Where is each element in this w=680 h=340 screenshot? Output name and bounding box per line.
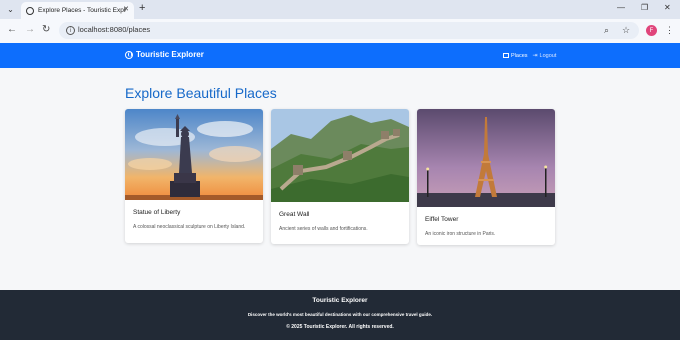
globe-icon bbox=[125, 50, 133, 59]
back-icon[interactable]: ← bbox=[7, 24, 17, 35]
close-tab-icon[interactable]: ✕ bbox=[123, 5, 129, 13]
statue-of-liberty-image bbox=[125, 109, 263, 200]
new-tab-icon[interactable]: + bbox=[139, 2, 145, 14]
place-card-great-wall[interactable]: Great Wall Ancient series of walls and f… bbox=[271, 109, 409, 244]
card-body: Great Wall Ancient series of walls and f… bbox=[271, 202, 409, 241]
globe-icon bbox=[26, 6, 34, 15]
site-footer: Touristic Explorer Discover the world's … bbox=[0, 290, 680, 340]
address-bar[interactable]: i localhost:8080/places ⌕ ☆ bbox=[59, 22, 639, 39]
url-text[interactable]: localhost:8080/places bbox=[78, 25, 150, 34]
footer-copyright: © 2025 Touristic Explorer. All rights re… bbox=[286, 324, 394, 330]
footer-title: Touristic Explorer bbox=[312, 297, 368, 304]
brand-name: Touristic Explorer bbox=[136, 50, 204, 59]
card-description: Ancient series of walls and fortificatio… bbox=[279, 226, 368, 232]
nav-link-label: Logout bbox=[539, 52, 557, 59]
great-wall-image bbox=[271, 109, 409, 202]
restore-icon[interactable]: ❐ bbox=[641, 3, 648, 12]
card-body: Eiffel Tower An iconic iron structure in… bbox=[417, 207, 555, 245]
place-card-statue-of-liberty[interactable]: Statue of Liberty A colossal neoclassica… bbox=[125, 109, 263, 243]
browser-tab[interactable]: Explore Places - Touristic Explorer ✕ bbox=[21, 2, 134, 19]
card-body: Statue of Liberty A colossal neoclassica… bbox=[125, 200, 263, 239]
profile-avatar[interactable]: F bbox=[646, 25, 657, 36]
tab-search-chevron-icon[interactable]: ⌄ bbox=[4, 3, 17, 16]
footer-tagline: Discover the world's most beautiful dest… bbox=[247, 312, 433, 317]
card-title: Great Wall bbox=[279, 211, 310, 218]
card-title: Statue of Liberty bbox=[133, 209, 181, 216]
brand-link[interactable]: Touristic Explorer bbox=[125, 50, 204, 59]
reload-icon[interactable]: ↻ bbox=[42, 24, 50, 35]
nav-link-logout[interactable]: ⇥ Logout bbox=[532, 52, 557, 60]
browser-tab-bar: ⌄ Explore Places - Touristic Explorer ✕ … bbox=[0, 0, 680, 19]
nav-links: Places ⇥ Logout bbox=[503, 52, 556, 59]
card-title: Eiffel Tower bbox=[425, 216, 459, 223]
place-card-eiffel-tower[interactable]: Eiffel Tower An iconic iron structure in… bbox=[417, 109, 555, 245]
nav-link-label: Places bbox=[511, 52, 528, 59]
browser-menu-icon[interactable]: ⋮ bbox=[665, 25, 674, 36]
browser-toolbar: ← → ↻ i localhost:8080/places ⌕ ☆ bbox=[0, 19, 680, 43]
nav-link-places[interactable]: Places bbox=[503, 53, 528, 59]
zoom-icon[interactable]: ⌕ bbox=[604, 25, 609, 36]
tab-title: Explore Places - Touristic Explorer bbox=[38, 7, 126, 14]
logout-icon: ⇥ bbox=[532, 53, 538, 59]
places-icon bbox=[503, 53, 509, 58]
forward-icon[interactable]: → bbox=[25, 24, 35, 35]
app-navbar: Touristic Explorer Places ⇥ Logout bbox=[0, 43, 680, 68]
site-info-icon[interactable]: i bbox=[66, 26, 75, 35]
bookmark-star-icon[interactable]: ☆ bbox=[622, 25, 630, 36]
close-window-icon[interactable]: ✕ bbox=[664, 3, 671, 12]
eiffel-tower-image bbox=[417, 109, 555, 207]
page-title: Explore Beautiful Places bbox=[125, 85, 277, 101]
card-description: An iconic iron structure in Paris. bbox=[425, 231, 496, 237]
minimize-icon[interactable]: — bbox=[617, 3, 625, 12]
card-description: A colossal neoclassical sculpture on Lib… bbox=[133, 224, 246, 230]
